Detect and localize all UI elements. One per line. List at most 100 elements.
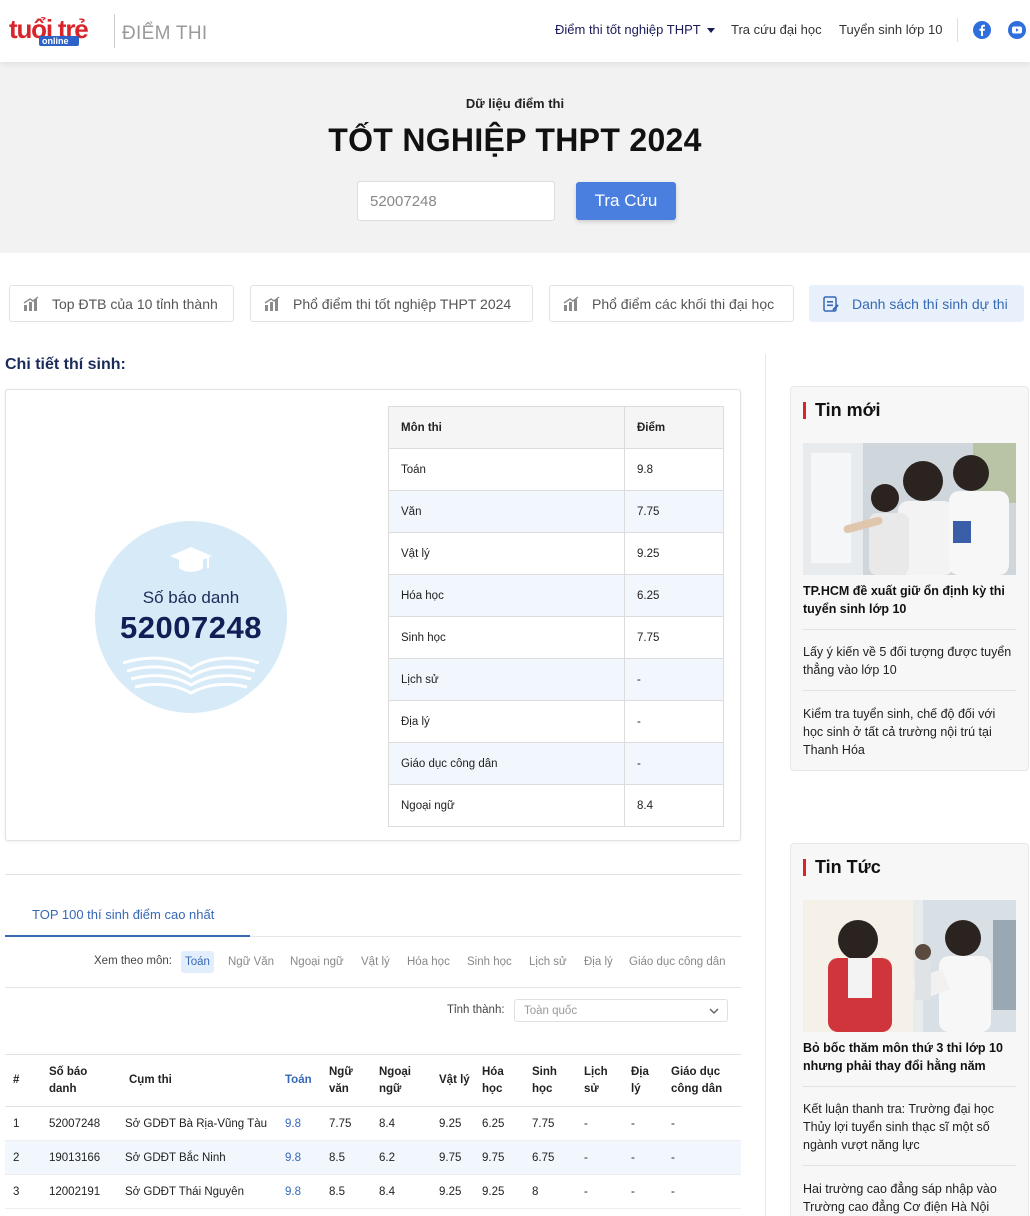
subject-cell: Giáo dục công dân xyxy=(388,742,625,785)
cell-gdcd: - xyxy=(663,1174,741,1209)
cell-sinh-hoc: 6.75 xyxy=(524,1140,576,1175)
score-table-header: Môn thi Điểm xyxy=(388,406,724,449)
hero-title: TỐT NGHIỆP THPT 2024 xyxy=(328,122,702,158)
cell-hoa-hoc: 9.25 xyxy=(474,1174,524,1209)
cell-cum-thi: Sở GDĐT Bắc Ninh xyxy=(117,1140,277,1175)
tab-label: Phổ điểm các khối thi đại học xyxy=(592,295,775,312)
score-row: Văn 7.75 xyxy=(388,490,724,533)
score-row: Vật lý 9.25 xyxy=(388,532,724,575)
table-row[interactable]: 1 52007248 Sở GDĐT Bà Rịa-Vũng Tàu 9.8 7… xyxy=(5,1106,741,1141)
filter-toan[interactable]: Toán xyxy=(181,951,214,973)
news-divider xyxy=(803,1086,1016,1087)
news-item[interactable]: Lấy ý kiến về 5 đối tượng được tuyển thẳ… xyxy=(803,643,1018,679)
col-toan[interactable]: Toán xyxy=(277,1054,321,1107)
col-dia-ly: Địa lý xyxy=(623,1054,663,1107)
filter-lich-su[interactable]: Lịch sử xyxy=(525,951,571,973)
svg-text:online: online xyxy=(42,36,69,46)
score-cell: - xyxy=(624,658,724,701)
nav-divider xyxy=(957,18,958,42)
subject-cell: Toán xyxy=(388,448,625,491)
sbd-search-input[interactable] xyxy=(357,181,555,221)
tab-pho-diem-thpt[interactable]: Phổ điểm thi tốt nghiệp THPT 2024 xyxy=(250,285,533,322)
filter-ngu-van[interactable]: Ngữ Văn xyxy=(224,951,278,973)
col-gdcd: Giáo dục công dân xyxy=(663,1054,741,1107)
detail-title: Chi tiết thí sinh: xyxy=(5,356,126,373)
nav-tuyen-sinh-lop-10[interactable]: Tuyển sinh lớp 10 xyxy=(839,22,942,37)
bar-chart-icon xyxy=(23,295,39,311)
news-lead-title[interactable]: TP.HCM đề xuất giữ ổn định kỳ thi tuyển … xyxy=(803,582,1018,618)
subject-cell: Lịch sử xyxy=(388,658,625,701)
cell-rank: 1 xyxy=(5,1106,41,1141)
col-sinh-hoc: Sinh học xyxy=(524,1054,576,1107)
nav-diem-thi-thpt[interactable]: Điểm thi tốt nghiệp THPT xyxy=(555,22,715,37)
col-ngu-van: Ngữ văn xyxy=(321,1054,371,1107)
bar-chart-icon xyxy=(264,295,280,311)
cell-toan: 9.8 xyxy=(277,1174,321,1209)
subject-cell: Sinh học xyxy=(388,616,625,659)
cell-ngu-van: 8.5 xyxy=(321,1174,371,1209)
province-select[interactable]: Toàn quốc xyxy=(514,999,728,1022)
filter-label: Xem theo môn: xyxy=(94,955,172,967)
news-lead-title[interactable]: Bỏ bốc thăm môn thứ 3 thi lớp 10 nhưng p… xyxy=(803,1039,1018,1075)
table-row[interactable]: 3 12002191 Sở GDĐT Thái Nguyên 9.8 8.5 8… xyxy=(5,1174,741,1209)
tab-top-dtb-10-tinh[interactable]: Top ĐTB của 10 tỉnh thành xyxy=(9,285,234,322)
box-title: Tin Tức xyxy=(803,858,881,876)
news-divider xyxy=(803,629,1016,630)
col-mon-thi: Môn thi xyxy=(388,406,625,449)
tab-label: Phổ điểm thi tốt nghiệp THPT 2024 xyxy=(293,295,512,312)
sbd-number: 52007248 xyxy=(120,610,262,645)
tab-label: Danh sách thí sinh dự thi xyxy=(852,295,1008,312)
score-row: Địa lý - xyxy=(388,700,724,743)
score-row: Giáo dục công dân - xyxy=(388,742,724,785)
news-thumbnail[interactable] xyxy=(803,443,1016,575)
col-sbd: Số báo danh xyxy=(41,1054,117,1107)
tab-pho-diem-khoi-dai-hoc[interactable]: Phổ điểm các khối thi đại học xyxy=(549,285,794,322)
hero-subtitle: Dữ liệu điểm thi xyxy=(465,96,565,111)
nav-label: Điểm thi tốt nghiệp THPT xyxy=(555,22,701,37)
filter-gdcd[interactable]: Giáo dục công dân xyxy=(625,951,730,973)
score-cell: 9.25 xyxy=(624,532,724,575)
news-item[interactable]: Kiểm tra tuyển sinh, chế độ đối với học … xyxy=(803,705,1018,759)
cell-lich-su: - xyxy=(576,1174,623,1209)
student-detail-card: Số báo danh 52007248 Môn thi Điểm Toán 9.… xyxy=(5,389,741,841)
tuoitre-logo[interactable]: tuổi trẻ online xyxy=(9,14,109,48)
filter-vat-ly[interactable]: Vật lý xyxy=(357,951,394,973)
section-title: ĐIỂM THI xyxy=(122,23,208,44)
sidebar-divider xyxy=(765,354,766,1216)
filter-ngoai-ngu[interactable]: Ngoại ngữ xyxy=(286,951,348,973)
active-tab-underline xyxy=(5,935,250,937)
subject-cell: Văn xyxy=(388,490,625,533)
cell-ngoai-ngu: 6.2 xyxy=(371,1140,431,1175)
facebook-icon[interactable] xyxy=(973,21,991,39)
youtube-icon[interactable] xyxy=(1008,21,1026,39)
score-row: Lịch sử - xyxy=(388,658,724,701)
cell-ngu-van: 8.5 xyxy=(321,1140,371,1175)
cell-ngoai-ngu: 8.4 xyxy=(371,1174,431,1209)
score-cell: 7.75 xyxy=(624,490,724,533)
open-book-icon xyxy=(122,656,260,695)
cell-dia-ly: - xyxy=(623,1140,663,1175)
news-box-tin-moi: Tin mới TP.HCM đề xuất giữ ổn định kỳ th… xyxy=(790,386,1029,771)
filter-dia-ly[interactable]: Địa lý xyxy=(580,951,617,973)
top100-table-header: # Số báo danh Cụm thi Toán Ngữ văn Ngoại… xyxy=(5,1054,741,1107)
subject-cell: Vật lý xyxy=(388,532,625,575)
news-item[interactable]: Hai trường cao đẳng sáp nhập vào Trường … xyxy=(803,1180,1018,1216)
cell-dia-ly: - xyxy=(623,1174,663,1209)
search-button[interactable]: Tra Cứu xyxy=(576,182,676,220)
cell-ngoai-ngu: 8.4 xyxy=(371,1106,431,1141)
table-row[interactable]: 2 19013166 Sở GDĐT Bắc Ninh 9.8 8.5 6.2 … xyxy=(5,1140,741,1175)
tab-danh-sach-thi-sinh[interactable]: Danh sách thí sinh dự thi xyxy=(809,285,1024,322)
cell-rank: 2 xyxy=(5,1140,41,1175)
news-item[interactable]: Kết luận thanh tra: Trường đại học Thủy … xyxy=(803,1100,1018,1154)
province-value: Toàn quốc xyxy=(524,1004,578,1017)
nav-tra-cuu-dai-hoc[interactable]: Tra cứu đại học xyxy=(731,22,822,37)
filter-sinh-hoc[interactable]: Sinh học xyxy=(463,951,516,973)
box-title: Tin mới xyxy=(803,401,880,419)
score-cell: 6.25 xyxy=(624,574,724,617)
col-hoa-hoc: Hóa học xyxy=(474,1054,524,1107)
tab-top-100[interactable]: TOP 100 thí sinh điểm cao nhất xyxy=(32,907,214,922)
news-thumbnail[interactable] xyxy=(803,900,1016,1032)
filter-divider xyxy=(5,987,741,988)
filter-hoa-hoc[interactable]: Hóa học xyxy=(403,951,454,973)
col-rank: # xyxy=(5,1054,41,1107)
